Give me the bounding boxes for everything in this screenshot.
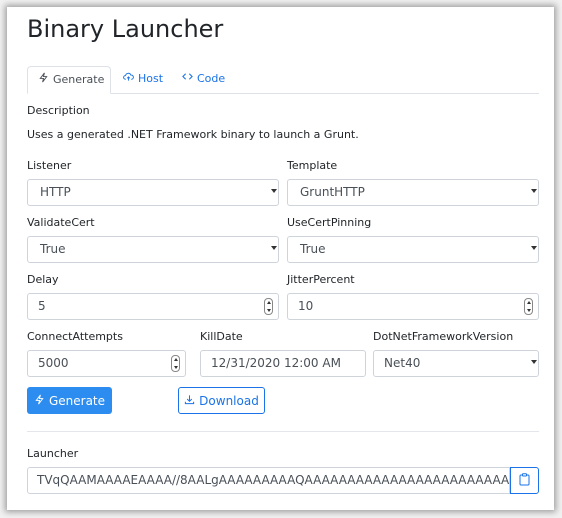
stepper-icon[interactable] — [264, 298, 273, 315]
use-cert-pinning-label: UseCertPinning — [287, 216, 372, 229]
generate-button[interactable]: Generate — [27, 387, 112, 414]
description-text: Uses a generated .NET Framework binary t… — [27, 128, 359, 141]
jitter-percent-label: JitterPercent — [287, 273, 355, 286]
delay-label: Delay — [27, 273, 59, 286]
jitter-percent-value: 10 — [298, 299, 314, 313]
chevron-down-icon — [271, 189, 277, 193]
tab-generate-label: Generate — [53, 73, 105, 86]
dotnet-version-value: Net40 — [384, 356, 421, 370]
connect-attempts-input[interactable]: 5000 — [27, 350, 186, 377]
code-icon — [182, 66, 193, 92]
launcher-label: Launcher — [27, 447, 79, 460]
chevron-down-icon — [531, 189, 537, 193]
bolt-icon — [34, 394, 45, 408]
use-cert-pinning-value: True — [300, 242, 326, 256]
download-button[interactable]: Download — [178, 387, 265, 414]
connect-attempts-value: 5000 — [38, 356, 69, 370]
section-divider — [27, 431, 539, 432]
stepper-icon[interactable] — [524, 298, 533, 315]
kill-date-value: 12/31/2020 12:00 AM — [211, 356, 341, 370]
download-icon — [184, 394, 195, 408]
kill-date-label: KillDate — [200, 330, 243, 343]
chevron-down-icon — [531, 246, 537, 250]
copy-to-clipboard-button[interactable] — [510, 467, 539, 494]
validate-cert-label: ValidateCert — [27, 216, 95, 229]
jitter-percent-input[interactable]: 10 — [287, 293, 539, 320]
bolt-icon — [38, 67, 49, 93]
tab-code-label: Code — [197, 72, 226, 85]
cloud-upload-icon — [123, 66, 134, 92]
tab-host-label: Host — [138, 72, 164, 85]
chevron-down-icon — [531, 360, 537, 364]
template-label: Template — [287, 159, 338, 172]
delay-value: 5 — [38, 299, 46, 313]
description-label: Description — [27, 104, 90, 117]
stepper-icon[interactable] — [171, 355, 180, 372]
template-select[interactable]: GruntHTTP — [287, 179, 539, 206]
template-value: GruntHTTP — [300, 185, 365, 199]
use-cert-pinning-select[interactable]: True — [287, 236, 539, 263]
kill-date-input[interactable]: 12/31/2020 12:00 AM — [200, 350, 366, 377]
listener-value: HTTP — [40, 185, 71, 199]
launcher-output-field[interactable]: TVqQAAMAAAAEAAAA//8AALgAAAAAAAAAQAAAAAAA… — [27, 467, 510, 494]
tab-code[interactable]: Code — [172, 66, 234, 92]
listener-select[interactable]: HTTP — [27, 179, 279, 206]
generate-button-label: Generate — [48, 393, 106, 408]
launcher-panel: Binary Launcher Generate Host Code Descr… — [7, 7, 554, 510]
connect-attempts-label: ConnectAttempts — [27, 330, 123, 343]
validate-cert-value: True — [40, 242, 66, 256]
clipboard-icon — [519, 471, 530, 490]
delay-input[interactable]: 5 — [27, 293, 279, 320]
validate-cert-select[interactable]: True — [27, 236, 279, 263]
dotnet-version-select[interactable]: Net40 — [373, 350, 539, 377]
chevron-down-icon — [271, 246, 277, 250]
tab-generate[interactable]: Generate — [27, 66, 111, 94]
listener-label: Listener — [27, 159, 72, 172]
page-title: Binary Launcher — [27, 15, 224, 43]
tab-host[interactable]: Host — [113, 66, 175, 92]
download-button-label: Download — [199, 393, 259, 408]
tab-bar: Generate Host Code — [27, 66, 539, 94]
dotnet-version-label: DotNetFrameworkVersion — [373, 330, 514, 343]
